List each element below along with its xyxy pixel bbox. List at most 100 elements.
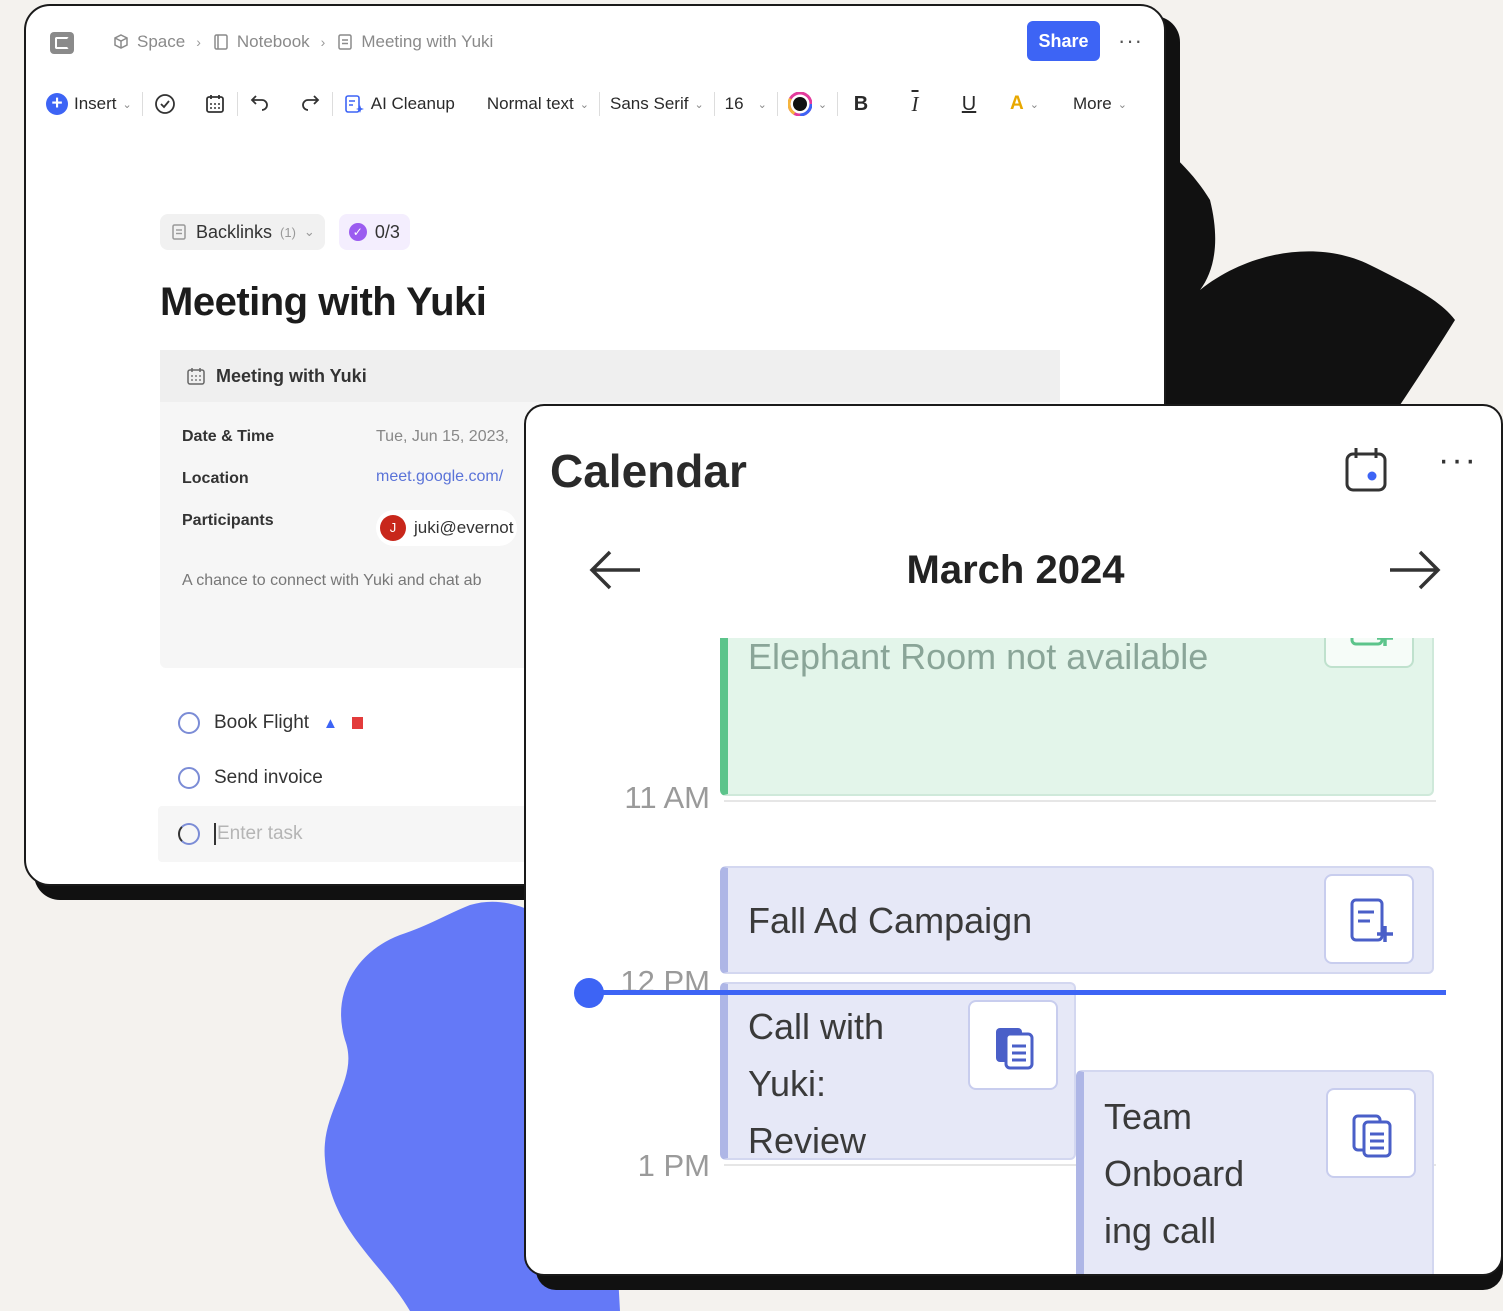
breadcrumb-space[interactable]: Space — [112, 32, 185, 52]
task-check-icon[interactable] — [153, 86, 177, 122]
copy-note-icon — [996, 1028, 1034, 1070]
text-style-label: Normal text — [486, 94, 574, 113]
event-team-onboarding[interactable]: Team Onboard ing call — [1076, 1070, 1434, 1274]
task-checkbox[interactable] — [178, 712, 200, 734]
tasks-progress-label: 0/3 — [374, 221, 400, 242]
backlinks-count: (1) — [280, 224, 296, 240]
current-time-dot — [574, 978, 604, 1008]
bold-button[interactable]: B — [848, 86, 874, 122]
insert-label: Insert — [74, 94, 117, 113]
calendar-panel: Calendar ··· March 2024 Elephant Room no… — [524, 404, 1503, 1276]
toolbar-divider — [837, 92, 839, 116]
font-dropdown[interactable]: Sans Serif ⌄ — [610, 86, 704, 122]
event-elephant-room[interactable]: Elephant Room not available — [720, 638, 1434, 796]
highlight-icon: A — [1010, 93, 1024, 114]
ai-cleanup-button[interactable]: AI Cleanup — [343, 86, 455, 122]
backlinks-label: Backlinks — [196, 221, 273, 242]
add-note-icon — [1350, 898, 1393, 942]
underline-button[interactable]: U — [956, 86, 982, 122]
chevron-down-icon: ⌄ — [694, 98, 704, 111]
breadcrumb-label: Notebook — [236, 32, 310, 51]
share-button[interactable]: Share — [1027, 21, 1100, 61]
highlight-button[interactable]: A ⌄ — [1010, 86, 1039, 122]
participant-email: juki@evernot — [414, 518, 514, 537]
event-fall-ad-campaign[interactable]: Fall Ad Campaign — [720, 866, 1434, 974]
toolbar-divider — [776, 92, 778, 116]
checkmark-icon: ✓ — [348, 223, 367, 241]
event-title-line: ing call — [1104, 1210, 1217, 1251]
event-title: Elephant Room not available — [748, 638, 1209, 677]
time-label: 11 AM — [624, 780, 710, 815]
cube-icon — [114, 34, 128, 49]
italic-button[interactable]: I — [902, 86, 928, 122]
chevron-right-icon: › — [320, 34, 326, 50]
toolbar-divider — [713, 92, 715, 116]
font-size-dropdown[interactable]: 16 ⌄ — [725, 86, 767, 122]
text-style-dropdown[interactable]: Normal text ⌄ — [487, 86, 589, 122]
more-options-icon[interactable]: ··· — [1118, 28, 1143, 54]
breadcrumb-label: Meeting with Yuki — [361, 32, 494, 51]
copy-note-icon — [1352, 1114, 1392, 1158]
more-formatting-dropdown[interactable]: More ⌄ — [1073, 86, 1127, 122]
chevron-down-icon: ⌄ — [817, 98, 828, 111]
ai-cleanup-label: AI Cleanup — [370, 94, 455, 113]
redo-icon[interactable] — [298, 86, 322, 122]
task-label[interactable]: Send invoice — [214, 767, 323, 789]
breadcrumb-notebook[interactable]: Notebook — [212, 32, 310, 52]
task-checkbox[interactable] — [178, 767, 200, 789]
backlinks-chip[interactable]: Backlinks (1) ⌄ — [160, 214, 325, 250]
flag-icon[interactable] — [351, 717, 363, 729]
chevron-down-icon: ⌄ — [303, 224, 315, 239]
current-time-line — [590, 990, 1446, 995]
task-placeholder: Enter task — [214, 823, 303, 845]
reminder-bell-icon[interactable]: ▲ — [323, 715, 338, 732]
add-note-button[interactable] — [1324, 874, 1414, 964]
breadcrumb: Space › Notebook › Meeting with Yuki — [112, 32, 493, 52]
note-chips: Backlinks (1) ⌄ ✓ 0/3 — [160, 214, 410, 250]
chevron-down-icon: ⌄ — [1117, 98, 1127, 111]
text-color-picker[interactable]: ⌄ — [787, 86, 828, 122]
insert-button[interactable]: + Insert ⌄ — [46, 86, 132, 122]
calendar-icon[interactable] — [203, 86, 227, 122]
chevron-down-icon: ⌄ — [757, 98, 767, 111]
location-link[interactable]: meet.google.com/ — [376, 468, 503, 486]
calendar-icon — [187, 368, 205, 385]
new-task-input[interactable]: Enter task — [158, 806, 558, 862]
notebook-icon — [214, 34, 228, 50]
add-note-button[interactable] — [1324, 638, 1414, 668]
tasks-progress-chip[interactable]: ✓ 0/3 — [338, 214, 410, 250]
date-time-value: Tue, Jun 15, 2023, — [376, 428, 509, 445]
event-card-header: Meeting with Yuki — [160, 350, 1060, 402]
calendar-today-icon[interactable] — [1344, 446, 1388, 494]
hour-gridline — [724, 800, 1436, 802]
participant-pill[interactable]: J juki@evernot — [376, 510, 518, 546]
day-timeline: Elephant Room not available 11 AM Fall A… — [526, 638, 1501, 1274]
linked-note-button[interactable] — [968, 1000, 1058, 1090]
sidebar-toggle-icon[interactable] — [50, 32, 74, 54]
note-title[interactable]: Meeting with Yuki — [160, 280, 487, 325]
list-item: Send invoice — [178, 767, 323, 789]
font-size-label: 16 — [724, 94, 744, 113]
task-label[interactable]: Book Flight — [214, 712, 309, 734]
calendar-title: Calendar — [550, 445, 747, 497]
time-label: 1 PM — [637, 1148, 710, 1183]
event-call-with-yuki[interactable]: Call with Yuki: Review — [720, 982, 1076, 1161]
more-options-icon[interactable]: ··· — [1438, 443, 1478, 477]
toolbar-divider — [331, 92, 333, 116]
event-title-line: Review — [748, 1120, 867, 1161]
breadcrumb-note[interactable]: Meeting with Yuki — [336, 32, 493, 52]
undo-icon[interactable] — [248, 86, 272, 122]
event-description: A chance to connect with Yuki and chat a… — [182, 572, 482, 589]
arrow-right-icon[interactable] — [1388, 550, 1442, 590]
more-label: More — [1072, 94, 1112, 113]
linked-note-button[interactable] — [1326, 1088, 1416, 1178]
toolbar-divider — [599, 92, 601, 116]
event-title-line: Team — [1104, 1096, 1193, 1137]
event-title-line: Yuki: — [748, 1063, 827, 1104]
